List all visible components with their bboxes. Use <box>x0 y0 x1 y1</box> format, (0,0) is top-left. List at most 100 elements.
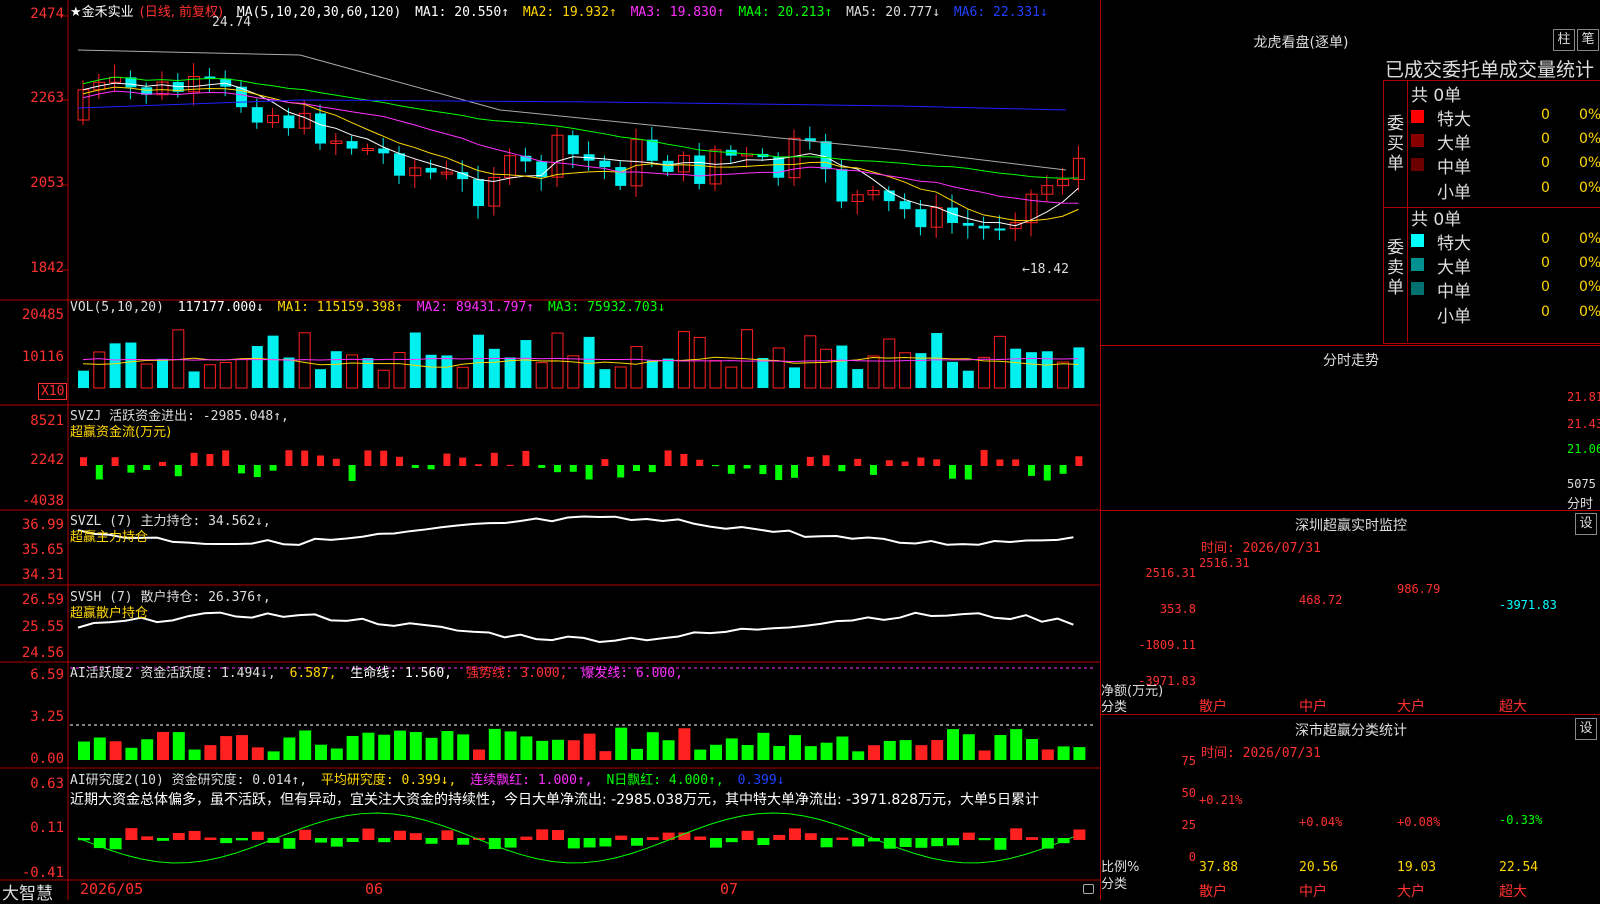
activity-bar <box>694 749 707 760</box>
sell-xl-count: 0 <box>1541 231 1550 247</box>
classify-cat-large: 大户 <box>1397 884 1425 900</box>
candle-down <box>978 225 990 229</box>
monitor-y-label: 2516.31 <box>1145 566 1196 580</box>
vol-bar-up <box>456 366 469 389</box>
fenshi-y-label: 21.81 <box>1567 390 1600 404</box>
research-bar <box>773 834 786 840</box>
vol-bar-up <box>235 358 248 389</box>
fenshi-title[interactable]: 分时走势 <box>1101 350 1600 370</box>
classify-settings-button[interactable]: 设 <box>1575 718 1597 740</box>
activity-bar <box>931 740 944 760</box>
candle-down <box>346 141 358 149</box>
lhb-sell-label: 委卖单 <box>1387 238 1404 298</box>
flow-bar <box>680 453 688 466</box>
candle-down <box>220 78 232 87</box>
ai1-y-label: 0.00 <box>30 751 64 767</box>
svsh-y-label: 25.55 <box>21 619 64 635</box>
activity-bar <box>1026 738 1038 760</box>
classify-val-mid: 20.56 <box>1299 860 1339 875</box>
vol-ma2: MA2: 89431.797↑ <box>416 300 535 315</box>
activity-bar <box>615 727 628 760</box>
vol-bar-down <box>109 343 121 388</box>
classify-cat-retail: 散户 <box>1199 884 1227 900</box>
vol-bar-down <box>251 346 263 388</box>
flow-bar <box>127 465 135 473</box>
ai1-title[interactable]: AI活跃度2 资金活跃度: 1.494↓, <box>70 666 276 681</box>
lock-icon[interactable] <box>1083 884 1094 894</box>
buy-xl-pct: 0% <box>1579 107 1600 123</box>
activity-bar <box>1010 729 1023 760</box>
research-bar <box>378 838 391 843</box>
period-label[interactable]: (日线, 前复权) <box>140 5 223 20</box>
classify-val-retail: 37.88 <box>1199 860 1239 875</box>
vol-y-label: 10116 <box>21 349 64 365</box>
svzl-sub: 超赢主力持仓 <box>70 530 149 545</box>
retail-holding-line <box>77 611 1074 643</box>
vol-bar-up <box>820 348 833 389</box>
buy-row-m: 中单 <box>1437 158 1471 178</box>
vol-unit-badge[interactable]: X10 <box>38 383 68 400</box>
candle-down <box>646 139 658 161</box>
vol-title[interactable]: VOL(5,10,20) <box>70 300 164 315</box>
ma4-line <box>82 76 1079 179</box>
vol-bar-up <box>725 366 738 389</box>
research-bar <box>157 838 169 841</box>
activity-bar <box>251 747 264 760</box>
main-chart-area[interactable]: ★金禾实业 (日线, 前复权) MA(5,10,20,30,60,120) MA1… <box>0 0 1100 904</box>
research-bar <box>141 836 154 840</box>
buy-l-pct: 0% <box>1579 131 1600 147</box>
research-bar <box>552 830 564 840</box>
vol-bar-down <box>409 332 421 388</box>
research-bar <box>504 838 517 848</box>
research-bar <box>362 828 375 840</box>
activity-bar <box>473 749 485 760</box>
monitor-val-retail: 2516.31 <box>1199 556 1250 570</box>
flow-bar <box>396 456 403 466</box>
research-bar <box>536 829 549 840</box>
classify-cat-xl: 超大 <box>1499 884 1527 900</box>
bar-view-button[interactable]: 柱 <box>1553 29 1575 51</box>
activity-bar <box>725 738 738 760</box>
ai1-header: AI活跃度2 资金活跃度: 1.494↓, 6.587, 生命线: 1.560,… <box>70 662 689 681</box>
ai2-title[interactable]: AI研究度2(10) 资金研究度: 0.014↑, <box>70 773 307 788</box>
kline-y-label: 1842 <box>30 260 64 276</box>
activity-bar <box>852 751 865 760</box>
vol-bar-up <box>630 346 643 389</box>
research-bar <box>820 838 833 848</box>
tick-view-button[interactable]: 笔 <box>1577 29 1599 51</box>
monitor-val-xl: -3971.83 <box>1499 598 1557 612</box>
svzj-y-label: 2242 <box>30 452 64 468</box>
brand-logo[interactable]: 大智慧 <box>2 879 53 904</box>
activity-bar <box>1073 747 1086 760</box>
candle-down <box>994 228 1006 231</box>
research-bar <box>520 836 533 840</box>
flow-bar <box>490 452 498 466</box>
classify-chg-mid: +0.04% <box>1299 815 1343 829</box>
monitor-settings-button[interactable]: 设 <box>1575 513 1597 535</box>
fenshi-y-label: 21.43 <box>1567 417 1600 431</box>
kline-y-label: 2474 <box>30 6 64 22</box>
flow-bar <box>964 465 972 480</box>
activity-bar <box>267 751 280 760</box>
research-bar <box>836 837 849 840</box>
research-bar <box>615 835 628 840</box>
kline-chart-canvas[interactable] <box>0 0 1100 900</box>
activity-bar <box>962 734 975 760</box>
candle-down <box>820 141 832 170</box>
flow-bar <box>870 465 877 475</box>
buy-m-pct: 0% <box>1579 155 1600 171</box>
classify-top-border <box>1101 714 1600 715</box>
activity-bar <box>188 749 201 760</box>
flow-bar <box>411 465 419 468</box>
flow-bar <box>822 455 830 466</box>
classify-y-label: 50 <box>1181 786 1196 800</box>
flow-bar <box>712 465 719 467</box>
research-bar <box>915 838 928 848</box>
flow-bar <box>617 465 625 478</box>
stock-name[interactable]: ★金禾实业 <box>70 5 134 20</box>
ma6-value: MA6: 22.331↓ <box>953 5 1048 20</box>
sell-row-l: 大单 <box>1437 258 1471 278</box>
vol-bar-down <box>188 371 200 388</box>
svsh-sub: 超赢散户持仓 <box>70 606 149 621</box>
candle-down <box>251 107 263 123</box>
